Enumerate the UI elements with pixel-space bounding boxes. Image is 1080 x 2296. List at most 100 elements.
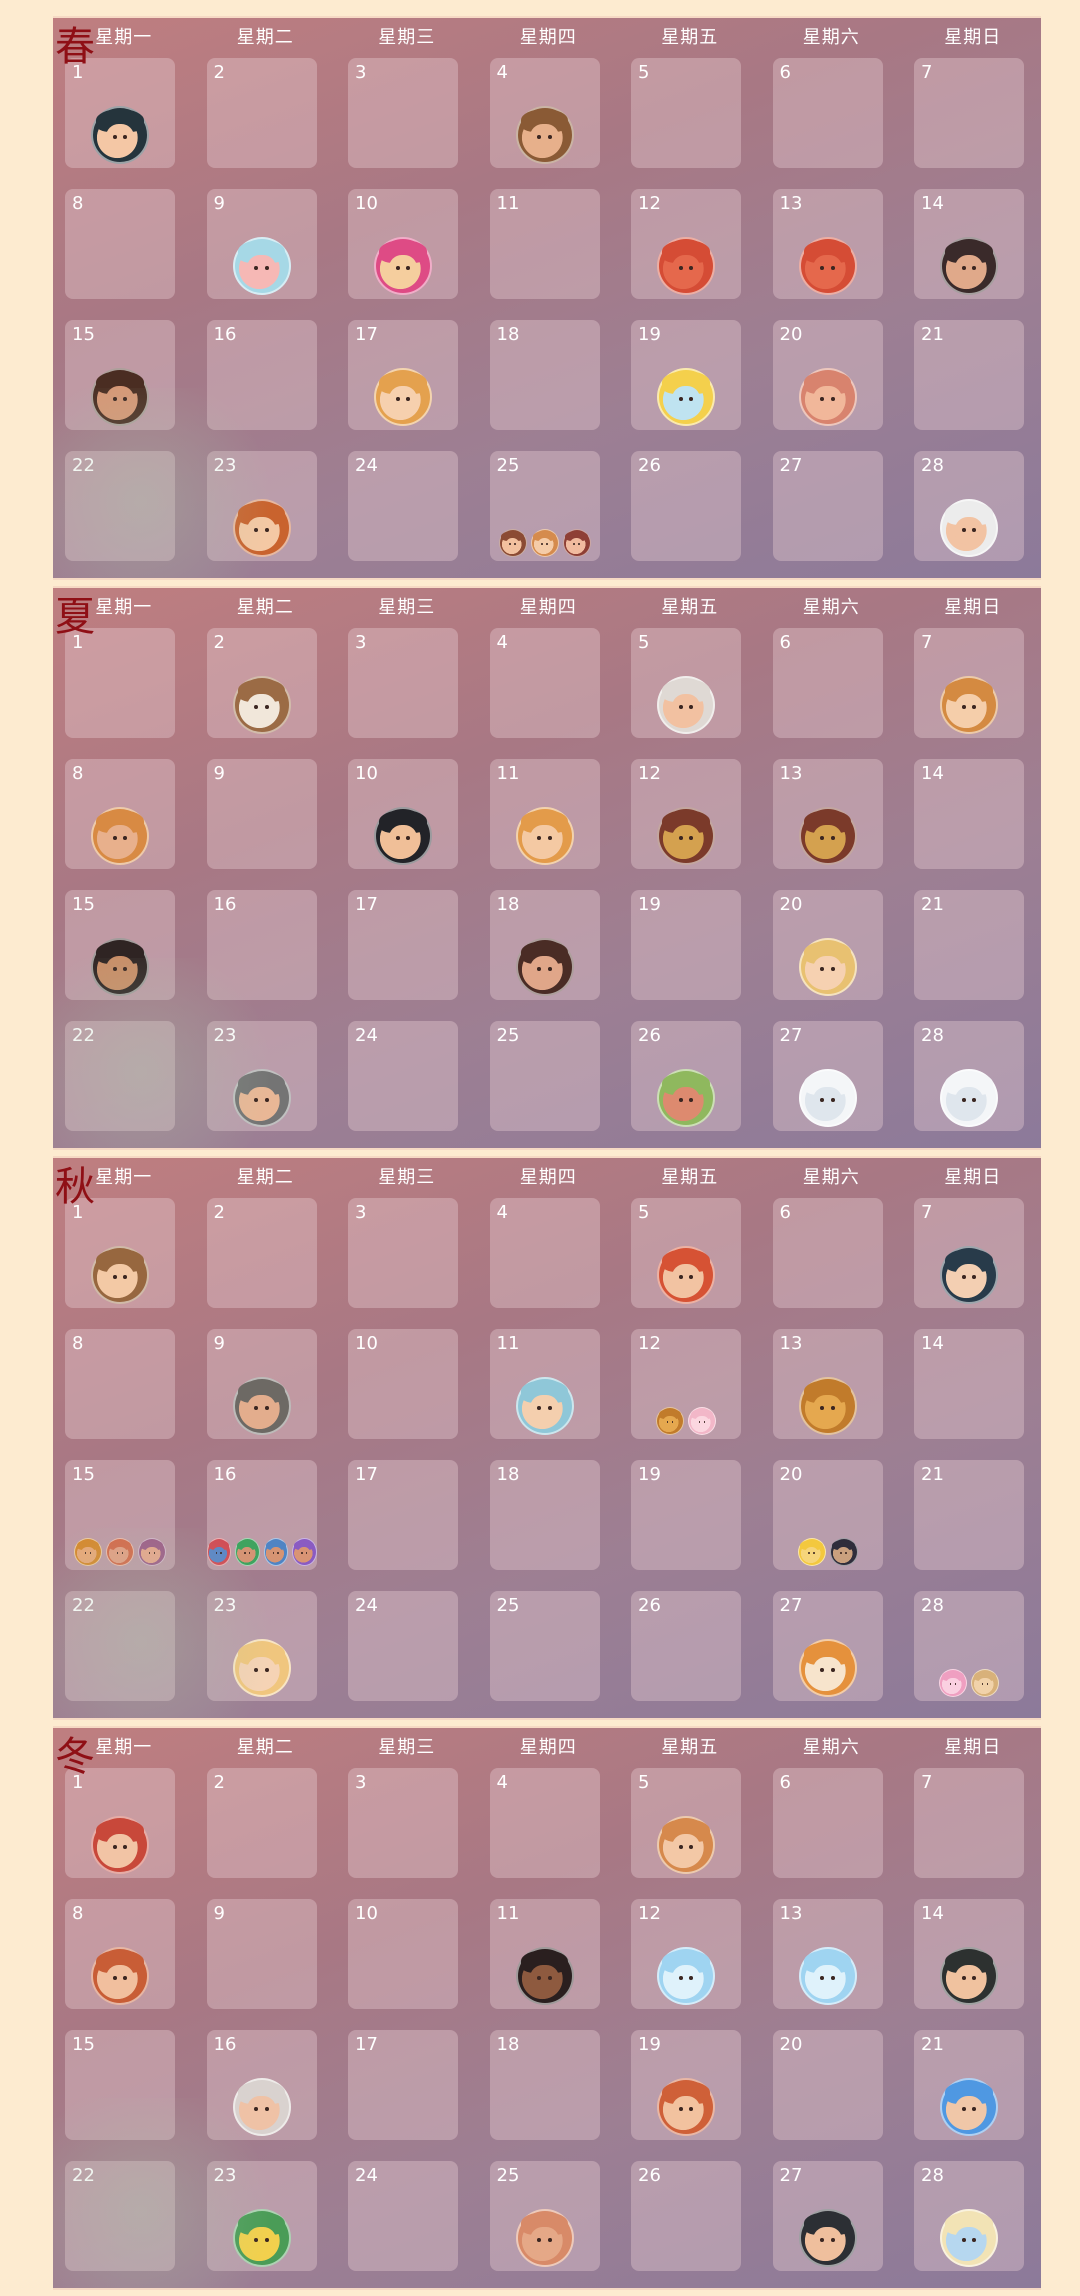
pig-head-icon[interactable]	[232, 237, 291, 295]
cap-boy-portrait-icon[interactable]	[657, 1816, 715, 1874]
day-cell[interactable]: 20	[772, 320, 883, 430]
bearded-man-portrait-icon[interactable]	[515, 938, 574, 996]
day-cell[interactable]: 13	[772, 1329, 883, 1439]
day-cell[interactable]: 10	[348, 189, 458, 299]
day-cell[interactable]: 14	[914, 1329, 1024, 1439]
day-cell[interactable]: 16	[206, 1460, 317, 1570]
red-fish-icon[interactable]	[798, 237, 857, 295]
ghost-icon[interactable]	[940, 1069, 998, 1127]
crown-icon[interactable]	[798, 1377, 857, 1435]
dark-bob-woman-portrait-icon[interactable]	[940, 1246, 998, 1304]
day-cell[interactable]: 11	[489, 189, 600, 299]
day-cell[interactable]: 7	[914, 1198, 1024, 1308]
bear-portrait-icon[interactable]	[232, 676, 291, 734]
day-cell[interactable]: 1	[65, 628, 175, 738]
day-cell[interactable]: 25	[489, 1021, 600, 1131]
ginger-man-portrait-icon[interactable]	[91, 1947, 149, 2005]
day-cell[interactable]: 22	[65, 451, 175, 561]
day-cell[interactable]: 22	[65, 2161, 175, 2271]
aviator-girl-portrait-icon[interactable]	[232, 1639, 291, 1697]
day-cell[interactable]: 15	[65, 320, 175, 430]
day-cell[interactable]: 26	[631, 1021, 741, 1131]
mushroom-girl-portrait-icon[interactable]	[515, 1377, 574, 1435]
day-cell[interactable]: 13	[772, 189, 883, 299]
day-cell[interactable]: 26	[631, 1591, 741, 1701]
ghost-icon[interactable]	[798, 1069, 857, 1127]
event-scroll-icon[interactable]	[657, 807, 715, 865]
day-cell[interactable]: 8	[65, 759, 175, 869]
wooden-doll-icon[interactable]	[971, 1669, 999, 1697]
day-cell[interactable]: 20	[772, 890, 883, 1000]
day-cell[interactable]: 19	[631, 320, 741, 430]
winter-wreath-icon[interactable]	[232, 2209, 291, 2267]
dark-hair-boy-portrait-icon[interactable]	[91, 106, 149, 164]
curly-red-hair-woman-portrait-icon[interactable]	[232, 499, 291, 557]
day-cell[interactable]: 5	[631, 1768, 741, 1878]
goggles-boy-portrait-icon[interactable]	[263, 1538, 288, 1566]
day-cell[interactable]: 22	[65, 1021, 175, 1131]
bald-old-man-portrait-icon[interactable]	[232, 2078, 291, 2136]
cap-boy-portrait-icon[interactable]	[657, 2078, 715, 2136]
fox-dog-icon[interactable]	[798, 1639, 857, 1697]
day-cell[interactable]: 27	[772, 2161, 883, 2271]
day-cell[interactable]: 21	[914, 890, 1024, 1000]
day-cell[interactable]: 17	[348, 1460, 458, 1570]
day-cell[interactable]: 12	[631, 759, 741, 869]
day-cell[interactable]: 6	[772, 1768, 883, 1878]
day-cell[interactable]: 3	[348, 628, 458, 738]
day-cell[interactable]: 5	[631, 58, 741, 168]
bearded-man-portrait-icon[interactable]	[515, 106, 574, 164]
day-cell[interactable]: 9	[206, 759, 317, 869]
blonde-woman-portrait-icon[interactable]	[374, 368, 432, 426]
day-cell[interactable]: 23	[206, 451, 317, 561]
day-cell[interactable]: 13	[772, 1899, 883, 2009]
grey-bearded-man-portrait-icon[interactable]	[232, 1377, 291, 1435]
day-cell[interactable]: 11	[489, 1329, 600, 1439]
ginger-girl-portrait-icon[interactable]	[940, 676, 998, 734]
day-cell[interactable]: 9	[206, 189, 317, 299]
nurse-portrait-icon[interactable]	[798, 938, 857, 996]
day-cell[interactable]: 22	[65, 1591, 175, 1701]
day-cell[interactable]: 16	[206, 320, 317, 430]
event-scroll-icon[interactable]	[798, 807, 857, 865]
day-cell[interactable]: 23	[206, 2161, 317, 2271]
day-cell[interactable]: 15	[65, 890, 175, 1000]
bald-old-man-portrait-icon[interactable]	[798, 368, 857, 426]
red-hair-woman-portrait-icon[interactable]	[91, 1816, 149, 1874]
day-cell[interactable]: 21	[914, 1460, 1024, 1570]
day-cell[interactable]: 23	[206, 1021, 317, 1131]
feather-headband-girl-portrait-icon[interactable]	[91, 938, 149, 996]
day-cell[interactable]: 7	[914, 1768, 1024, 1878]
day-cell[interactable]: 8	[65, 1899, 175, 2009]
day-cell[interactable]: 14	[914, 189, 1024, 299]
day-cell[interactable]: 27	[772, 1591, 883, 1701]
day-cell[interactable]: 20	[772, 1460, 883, 1570]
goggles-boy-portrait-icon[interactable]	[74, 1538, 102, 1566]
day-cell[interactable]: 13	[772, 759, 883, 869]
goggles-boy-portrait-icon[interactable]	[206, 1538, 231, 1566]
day-cell[interactable]: 28	[914, 451, 1024, 561]
crown-icon[interactable]	[656, 1407, 684, 1435]
day-cell[interactable]: 20	[772, 2030, 883, 2140]
goggles-boy-portrait-icon[interactable]	[235, 1538, 260, 1566]
day-cell[interactable]: 28	[914, 2161, 1024, 2271]
day-cell[interactable]: 12	[631, 1329, 741, 1439]
day-cell[interactable]: 27	[772, 451, 883, 561]
red-hair-boy-portrait-icon[interactable]	[657, 1246, 715, 1304]
day-cell[interactable]: 5	[631, 628, 741, 738]
cake-icon[interactable]	[940, 2209, 998, 2267]
goggles-girl-portrait-icon[interactable]	[292, 1538, 317, 1566]
day-cell[interactable]: 9	[206, 1329, 317, 1439]
grandma-bun-portrait-icon[interactable]	[657, 676, 715, 734]
day-cell[interactable]: 21	[914, 2030, 1024, 2140]
day-cell[interactable]: 19	[631, 2030, 741, 2140]
day-cell[interactable]: 28	[914, 1021, 1024, 1131]
day-cell[interactable]: 17	[348, 890, 458, 1000]
goggles-girl-portrait-icon[interactable]	[138, 1538, 166, 1566]
day-cell[interactable]: 1	[65, 1768, 175, 1878]
day-cell[interactable]: 4	[489, 628, 600, 738]
day-cell[interactable]: 1	[65, 58, 175, 168]
day-cell[interactable]: 24	[348, 1591, 458, 1701]
small-child-portrait-icon[interactable]	[562, 529, 591, 557]
blue-hair-goggles-portrait-icon[interactable]	[940, 2078, 998, 2136]
